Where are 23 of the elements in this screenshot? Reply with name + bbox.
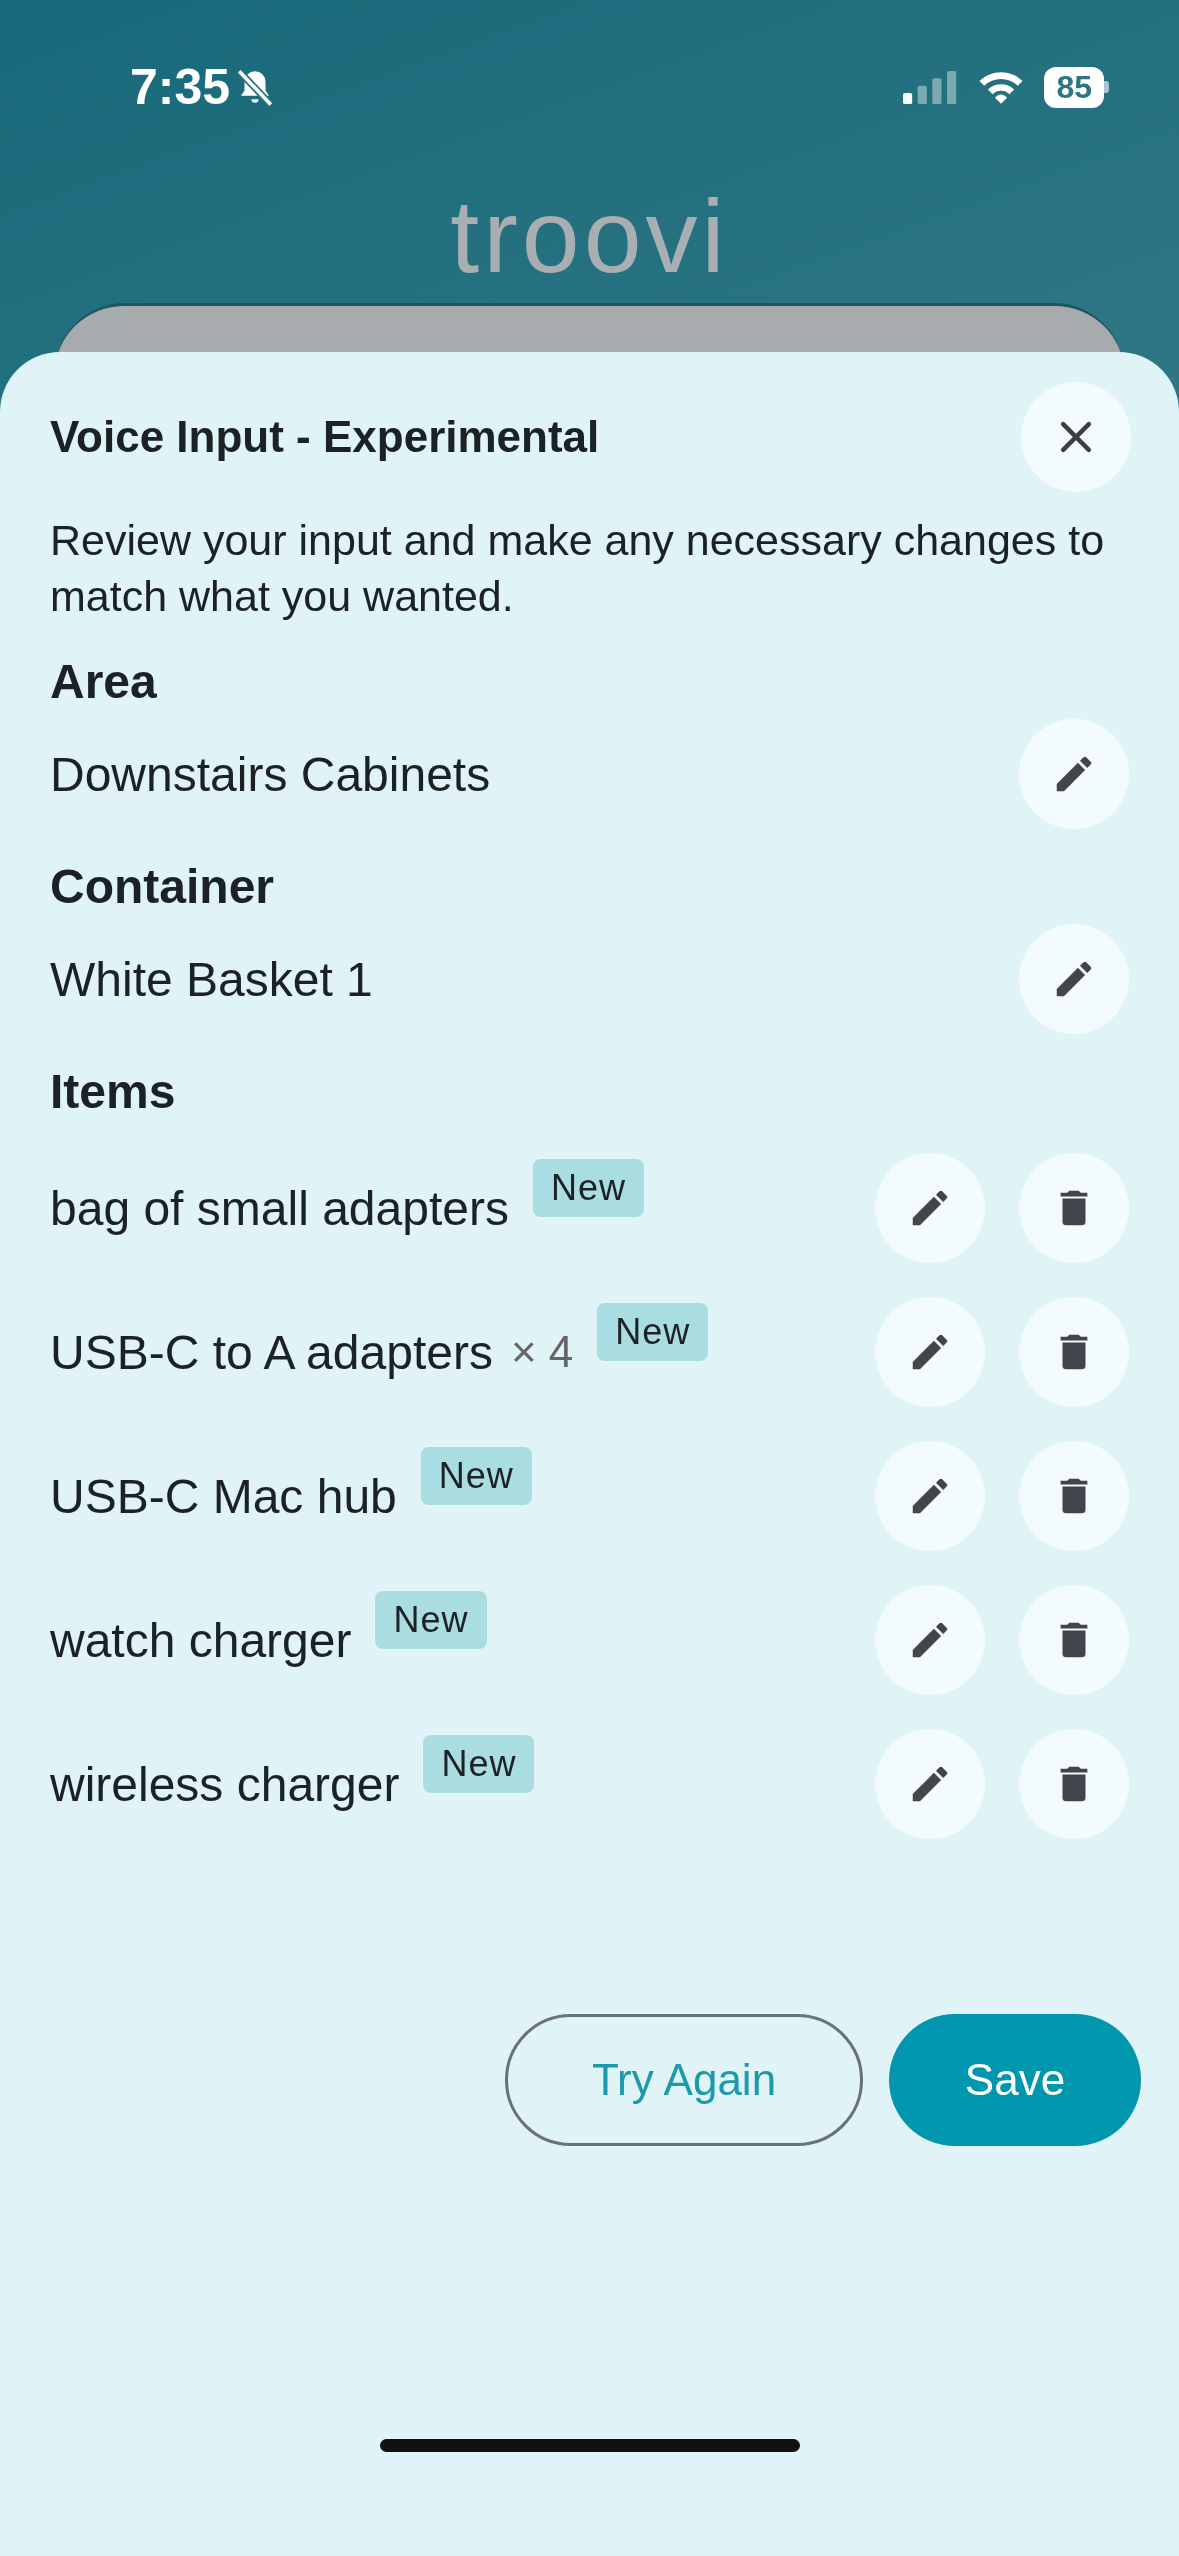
- field-value: White Basket 1: [50, 951, 373, 1007]
- item-name: USB-C to A adapters: [50, 1324, 493, 1380]
- new-badge: New: [420, 1447, 532, 1505]
- signal-icon: [903, 70, 959, 104]
- section-heading: Area: [50, 654, 158, 709]
- field-value: Downstairs Cabinets: [50, 746, 491, 802]
- item-name: watch charger: [50, 1612, 352, 1668]
- status-time: 7:35: [130, 58, 231, 116]
- app-logo: troovi: [449, 184, 730, 294]
- save-button[interactable]: Save: [889, 2014, 1141, 2146]
- new-badge: New: [532, 1159, 644, 1217]
- section-heading: Container: [50, 859, 275, 914]
- item-name: USB-C Mac hub: [50, 1468, 397, 1524]
- new-badge: New: [375, 1591, 487, 1649]
- item-quantity: × 4: [510, 1327, 574, 1377]
- description-text: Review your input and make any necessary changes to match what you wanted.: [50, 515, 1106, 622]
- new-badge: New: [597, 1303, 709, 1361]
- item-name: wireless charger: [50, 1756, 400, 1812]
- try-again-button[interactable]: Try Again: [505, 2014, 863, 2146]
- sheet-title: Voice Input - Experimental: [50, 412, 600, 462]
- section-heading: Items: [50, 1064, 177, 1119]
- new-badge: New: [423, 1735, 535, 1793]
- item-name: bag of small adapters: [50, 1180, 509, 1236]
